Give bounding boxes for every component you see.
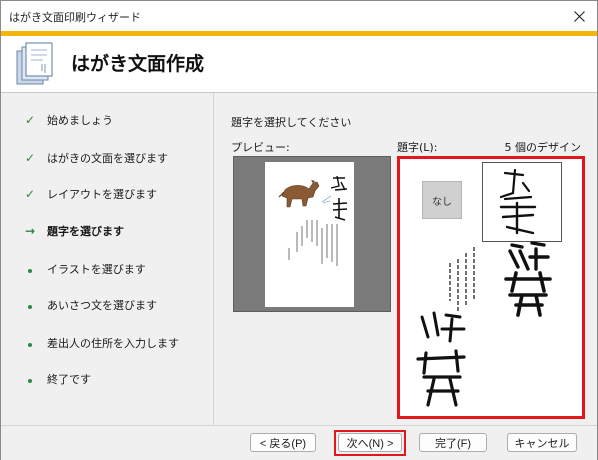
arrow-right-icon: →	[24, 224, 36, 238]
calligraphy-kinga-thumbnail	[499, 168, 537, 235]
step-label: 始めましょう	[47, 114, 113, 127]
step-label: イラストを選びます	[47, 263, 146, 276]
close-icon	[573, 10, 585, 22]
step-item-title-design: → 題字を選びます	[23, 221, 124, 241]
wizard-header: はがき文面作成	[1, 36, 597, 93]
step-item-sender-address: 差出人の住所を入力します	[23, 333, 179, 353]
next-button[interactable]: 次へ(N) >	[338, 433, 402, 452]
step-label: はがきの文面を選びます	[47, 152, 168, 165]
bullet-icon	[23, 262, 37, 276]
step-item-layout: ✓ レイアウトを選びます	[23, 184, 157, 204]
calligraphy-shunshun-brush[interactable]	[408, 307, 478, 411]
bullet-icon	[23, 336, 37, 350]
step-item-illustration: イラストを選びます	[23, 259, 146, 279]
step-item-greeting: あいさつ文を選びます	[23, 295, 157, 315]
finish-button[interactable]: 完了(F)	[419, 433, 487, 452]
design-item-none-label: なし	[432, 196, 452, 208]
postcard-preview	[265, 162, 354, 307]
wizard-window: はがき文面印刷ウィザード はがき文面作成 ✓ 始めましょう ✓ はがきの文面を選…	[0, 0, 598, 460]
step-label: 終了です	[47, 373, 91, 386]
wizard-steps-sidebar: ✓ 始めましょう ✓ はがきの文面を選びます ✓ レイアウトを選びます → 題字…	[1, 93, 214, 425]
design-item-selected[interactable]	[482, 162, 562, 242]
step-item-start: ✓ 始めましょう	[23, 110, 113, 130]
window-title: はがき文面印刷ウィザード	[9, 11, 141, 24]
design-list-label: 題字(L):	[397, 141, 438, 154]
main-panel: 題字を選択してください プレビュー: 題字(L): 5 個のデザイン なし	[217, 93, 595, 425]
wizard-footer: < 戻る(P) 次へ(N) > 完了(F) キャンセル	[1, 425, 597, 460]
title-calligraphy	[330, 175, 348, 221]
next-button-highlight: 次へ(N) >	[334, 430, 406, 456]
step-label: 題字を選びます	[47, 225, 124, 238]
design-count: 5 個のデザイン	[504, 141, 582, 154]
preview-label: プレビュー:	[231, 141, 290, 154]
title-bar: はがき文面印刷ウィザード	[1, 1, 597, 31]
step-label: 差出人の住所を入力します	[47, 337, 179, 350]
bullet-icon	[23, 298, 37, 312]
checkmark-icon: ✓	[24, 187, 36, 201]
step-label: あいさつ文を選びます	[47, 299, 157, 312]
close-button[interactable]	[569, 6, 589, 26]
design-item-none[interactable]: なし	[422, 181, 462, 219]
back-button[interactable]: < 戻る(P)	[250, 433, 316, 452]
design-list[interactable]: なし	[397, 156, 585, 419]
step-label: レイアウトを選びます	[47, 188, 157, 201]
cancel-button[interactable]: キャンセル	[507, 433, 577, 452]
page-title: はがき文面作成	[71, 53, 205, 75]
checkmark-icon: ✓	[24, 113, 36, 127]
preview-area	[233, 156, 391, 312]
bullet-icon	[23, 372, 37, 386]
horse-illustration	[278, 180, 320, 208]
instruction-text: 題字を選択してください	[231, 116, 352, 129]
calligraphy-shunshun-bold[interactable]	[492, 239, 564, 319]
postcard-stack-icon	[16, 42, 53, 85]
step-item-finish: 終了です	[23, 369, 91, 389]
postcard-preview-drawing	[278, 175, 348, 266]
checkmark-icon: ✓	[24, 151, 36, 165]
greeting-text-lines	[288, 220, 338, 266]
step-item-postcard-text: ✓ はがきの文面を選びます	[23, 148, 168, 168]
